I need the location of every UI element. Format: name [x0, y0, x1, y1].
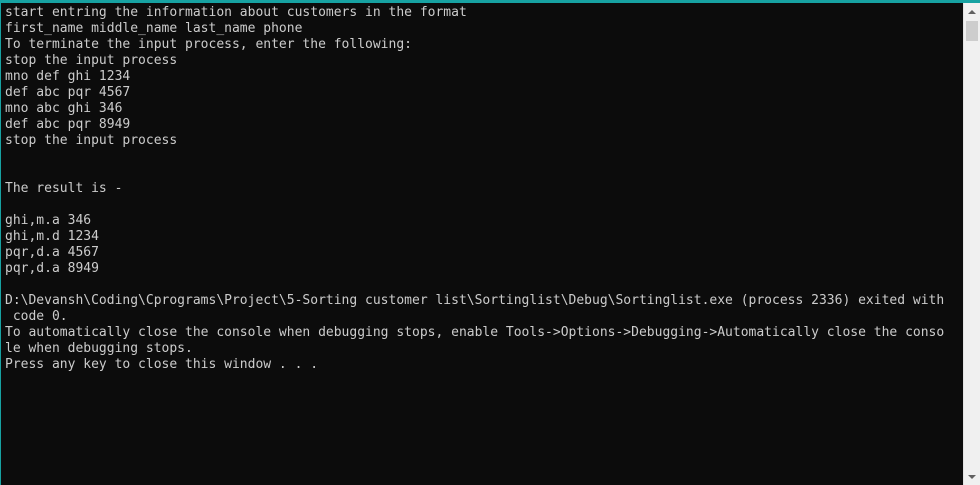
- console-output[interactable]: start entring the information about cust…: [5, 5, 965, 483]
- scroll-up-button[interactable]: [964, 3, 980, 20]
- console-line: start entring the information about cust…: [5, 5, 467, 20]
- console-line: def abc pqr 4567: [5, 85, 131, 100]
- console-line: stop the input process: [5, 53, 178, 68]
- console-line: To automatically close the console when …: [5, 325, 945, 340]
- vertical-scrollbar[interactable]: [963, 3, 980, 485]
- console-line: pqr,d.a 8949: [5, 261, 99, 276]
- console-line: The result is -: [5, 181, 123, 196]
- console-line: Press any key to close this window . . .: [5, 357, 319, 372]
- console-line: ghi,m.a 346: [5, 213, 92, 228]
- console-line: def abc pqr 8949: [5, 117, 131, 132]
- chevron-down-icon: [968, 474, 976, 479]
- console-line: stop the input process: [5, 133, 178, 148]
- console-line: code 0.: [5, 309, 68, 324]
- console-line: D:\Devansh\Coding\Cprograms\Project\5-So…: [5, 293, 945, 308]
- scrollbar-thumb[interactable]: [966, 21, 978, 41]
- console-line: To terminate the input process, enter th…: [5, 37, 412, 52]
- console-window[interactable]: start entring the information about cust…: [0, 0, 980, 485]
- scroll-down-button[interactable]: [964, 468, 980, 485]
- console-line: le when debugging stops.: [5, 341, 193, 356]
- console-line: ghi,m.d 1234: [5, 229, 99, 244]
- console-line: mno abc ghi 346: [5, 101, 123, 116]
- chevron-up-icon: [968, 9, 976, 14]
- console-line: first_name middle_name last_name phone: [5, 21, 303, 36]
- console-line: pqr,d.a 4567: [5, 245, 99, 260]
- console-line: mno def ghi 1234: [5, 69, 131, 84]
